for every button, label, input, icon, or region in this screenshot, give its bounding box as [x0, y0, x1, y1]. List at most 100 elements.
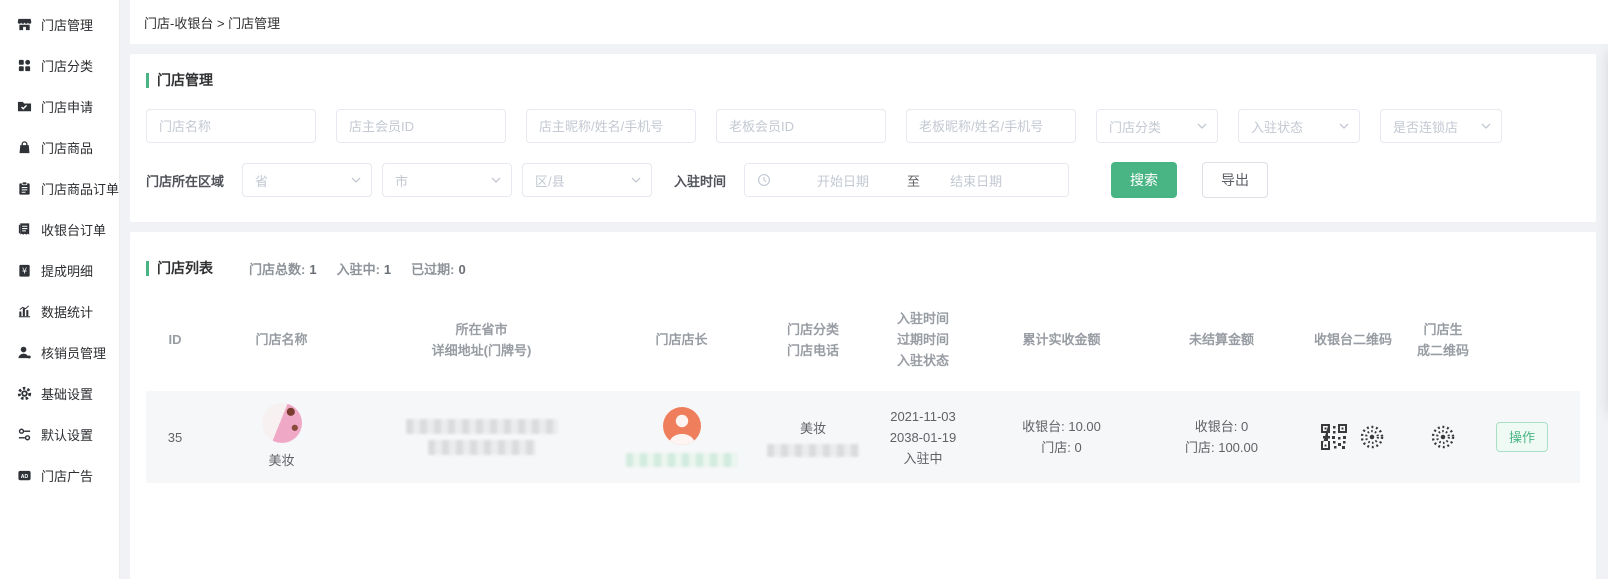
select-placeholder: 省 — [255, 171, 268, 190]
store-category-select[interactable]: 门店分类 — [1096, 109, 1218, 143]
select-placeholder: 市 — [395, 171, 408, 190]
page-title: 门店管理 — [157, 70, 213, 90]
sidebar-item-verifier-management[interactable]: 核销员管理 — [0, 332, 119, 373]
list-title-wrap: 门店列表 — [146, 258, 213, 278]
stat-total: 门店总数:1 — [249, 259, 317, 278]
export-button[interactable]: 导出 — [1202, 162, 1268, 198]
manager-avatar — [663, 407, 701, 445]
sidebar-item-label: 收银台订单 — [41, 220, 106, 239]
sidebar-item-label: 默认设置 — [41, 425, 93, 444]
search-button[interactable]: 搜索 — [1111, 162, 1177, 198]
col-manager: 门店店长 — [604, 329, 759, 350]
gear-icon — [17, 386, 32, 401]
col-received-amount: 累计实收金额 — [979, 329, 1144, 350]
select-placeholder: 入驻状态 — [1251, 117, 1303, 136]
store-table: ID 门店名称 所在省市详细地址(门牌号) 门店店长 门店分类门店电话 入驻时间… — [146, 308, 1580, 483]
chevron-down-icon — [1481, 123, 1491, 129]
city-select[interactable]: 市 — [382, 163, 512, 197]
list-header: 门店列表 门店总数:1 入驻中:1 已过期:0 — [146, 258, 1580, 278]
district-select[interactable]: 区/县 — [522, 163, 652, 197]
cell-address — [359, 419, 604, 455]
received-store: 门店: 0 — [1041, 437, 1081, 458]
col-enter-time: 入驻时间过期时间入驻状态 — [867, 308, 979, 371]
date-separator: 至 — [907, 171, 920, 190]
clipboard-icon — [17, 181, 32, 196]
redacted-manager-name — [626, 453, 738, 467]
sidebar-item-commission-detail[interactable]: ¥ 提成明细 — [0, 250, 119, 291]
sidebar-item-basic-settings[interactable]: 基础设置 — [0, 373, 119, 414]
store-name-text: 美妆 — [268, 450, 294, 471]
grid-icon — [17, 58, 32, 73]
cell-id: 35 — [146, 427, 204, 448]
title-accent-bar — [146, 261, 149, 276]
province-select[interactable]: 省 — [242, 163, 372, 197]
person-avatar-icon — [663, 407, 701, 445]
action-button[interactable]: 操作 — [1496, 422, 1548, 452]
sidebar-item-label: 门店管理 — [41, 15, 93, 34]
unsettled-store: 门店: 100.00 — [1185, 437, 1258, 458]
select-placeholder: 是否连锁店 — [1393, 117, 1458, 136]
sidebar-item-store-category[interactable]: 门店分类 — [0, 45, 119, 86]
sidebar-item-store-goods-orders[interactable]: 门店商品订单 — [0, 168, 119, 209]
store-avatar — [262, 403, 302, 443]
category-text: 美妆 — [800, 418, 826, 439]
chain-store-select[interactable]: 是否连锁店 — [1380, 109, 1502, 143]
cell-cashier-qr — [1299, 424, 1407, 450]
sidebar-item-default-settings[interactable]: 默认设置 — [0, 414, 119, 455]
table-row: 35 美妆 — [146, 391, 1580, 483]
sidebar-item-store-management[interactable]: 门店管理 — [0, 4, 119, 45]
col-id: ID — [146, 329, 204, 350]
enter-date: 2021-11-03 — [890, 406, 956, 427]
cell-unsettled: 收银台: 0 门店: 100.00 — [1144, 416, 1299, 458]
owner-nickname-input[interactable] — [526, 109, 696, 143]
date-range-picker[interactable]: 开始日期 至 结束日期 — [744, 163, 1069, 197]
cell-dates: 2021-11-03 2038-01-19 入驻中 — [867, 406, 979, 469]
enter-time-label: 入驻时间 — [674, 171, 726, 190]
redacted-address-line2 — [428, 440, 536, 455]
sidebar-item-store-goods[interactable]: 门店商品 — [0, 127, 119, 168]
store-list-card: 门店列表 门店总数:1 入驻中:1 已过期:0 ID 门店名称 所在省市详细地址… — [130, 232, 1596, 579]
miniprogram-code-icon[interactable] — [1359, 424, 1385, 450]
sidebar-item-label: 门店申请 — [41, 97, 93, 116]
owner-member-id-input[interactable] — [336, 109, 506, 143]
filter-card: 门店管理 门店分类 入驻状态 是否连锁店 — [130, 54, 1596, 222]
expire-date: 2038-01-19 — [890, 427, 957, 448]
settle-status-select[interactable]: 入驻状态 — [1238, 109, 1360, 143]
svg-text:¥: ¥ — [22, 267, 27, 276]
sidebar: 门店管理 门店分类 门店申请 门店商品 门店商品订单 收银台订单 ¥ 提成明细 — [0, 0, 120, 579]
boss-nickname-input[interactable] — [906, 109, 1076, 143]
sidebar-item-label: 基础设置 — [41, 384, 93, 403]
redacted-phone — [767, 444, 859, 457]
filter-row-2: 门店所在区域 省 市 区/县 入驻时间 开始日期 至 — [146, 162, 1580, 198]
chevron-down-icon — [1339, 123, 1349, 129]
store-name-input[interactable] — [146, 109, 316, 143]
sidebar-item-store-ads[interactable]: AD 门店广告 — [0, 455, 119, 496]
folder-check-icon — [17, 99, 32, 114]
sidebar-item-label: 门店广告 — [41, 466, 93, 485]
sidebar-item-label: 门店商品 — [41, 138, 93, 157]
select-placeholder: 门店分类 — [1109, 117, 1161, 136]
sidebar-item-data-statistics[interactable]: 数据统计 — [0, 291, 119, 332]
sidebar-item-label: 数据统计 — [41, 302, 93, 321]
receipt-icon — [17, 222, 32, 237]
sidebar-item-label: 核销员管理 — [41, 343, 106, 362]
sliders-icon — [17, 427, 32, 442]
chevron-down-icon — [491, 177, 501, 183]
boss-member-id-input[interactable] — [716, 109, 886, 143]
sidebar-item-store-application[interactable]: 门店申请 — [0, 86, 119, 127]
sidebar-item-cashier-orders[interactable]: 收银台订单 — [0, 209, 119, 250]
qr-code-icon[interactable] — [1321, 424, 1347, 450]
col-store-qr: 门店生成二维码 — [1407, 319, 1479, 361]
chevron-down-icon — [1197, 123, 1207, 129]
cell-received: 收银台: 10.00 门店: 0 — [979, 416, 1144, 458]
sidebar-item-label: 门店商品订单 — [41, 179, 119, 198]
col-cashier-qr: 收银台二维码 — [1299, 329, 1407, 350]
breadcrumb: 门店-收银台 > 门店管理 — [130, 0, 1608, 44]
filter-card-title: 门店管理 — [146, 70, 1580, 90]
filter-row-1: 门店分类 入驻状态 是否连锁店 — [146, 109, 1580, 143]
sidebar-item-label: 门店分类 — [41, 56, 93, 75]
app-window: 门店管理 门店分类 门店申请 门店商品 门店商品订单 收银台订单 ¥ 提成明细 — [0, 0, 1608, 579]
col-category-phone: 门店分类门店电话 — [759, 319, 867, 361]
cell-manager — [604, 407, 759, 467]
miniprogram-code-icon[interactable] — [1430, 424, 1456, 450]
